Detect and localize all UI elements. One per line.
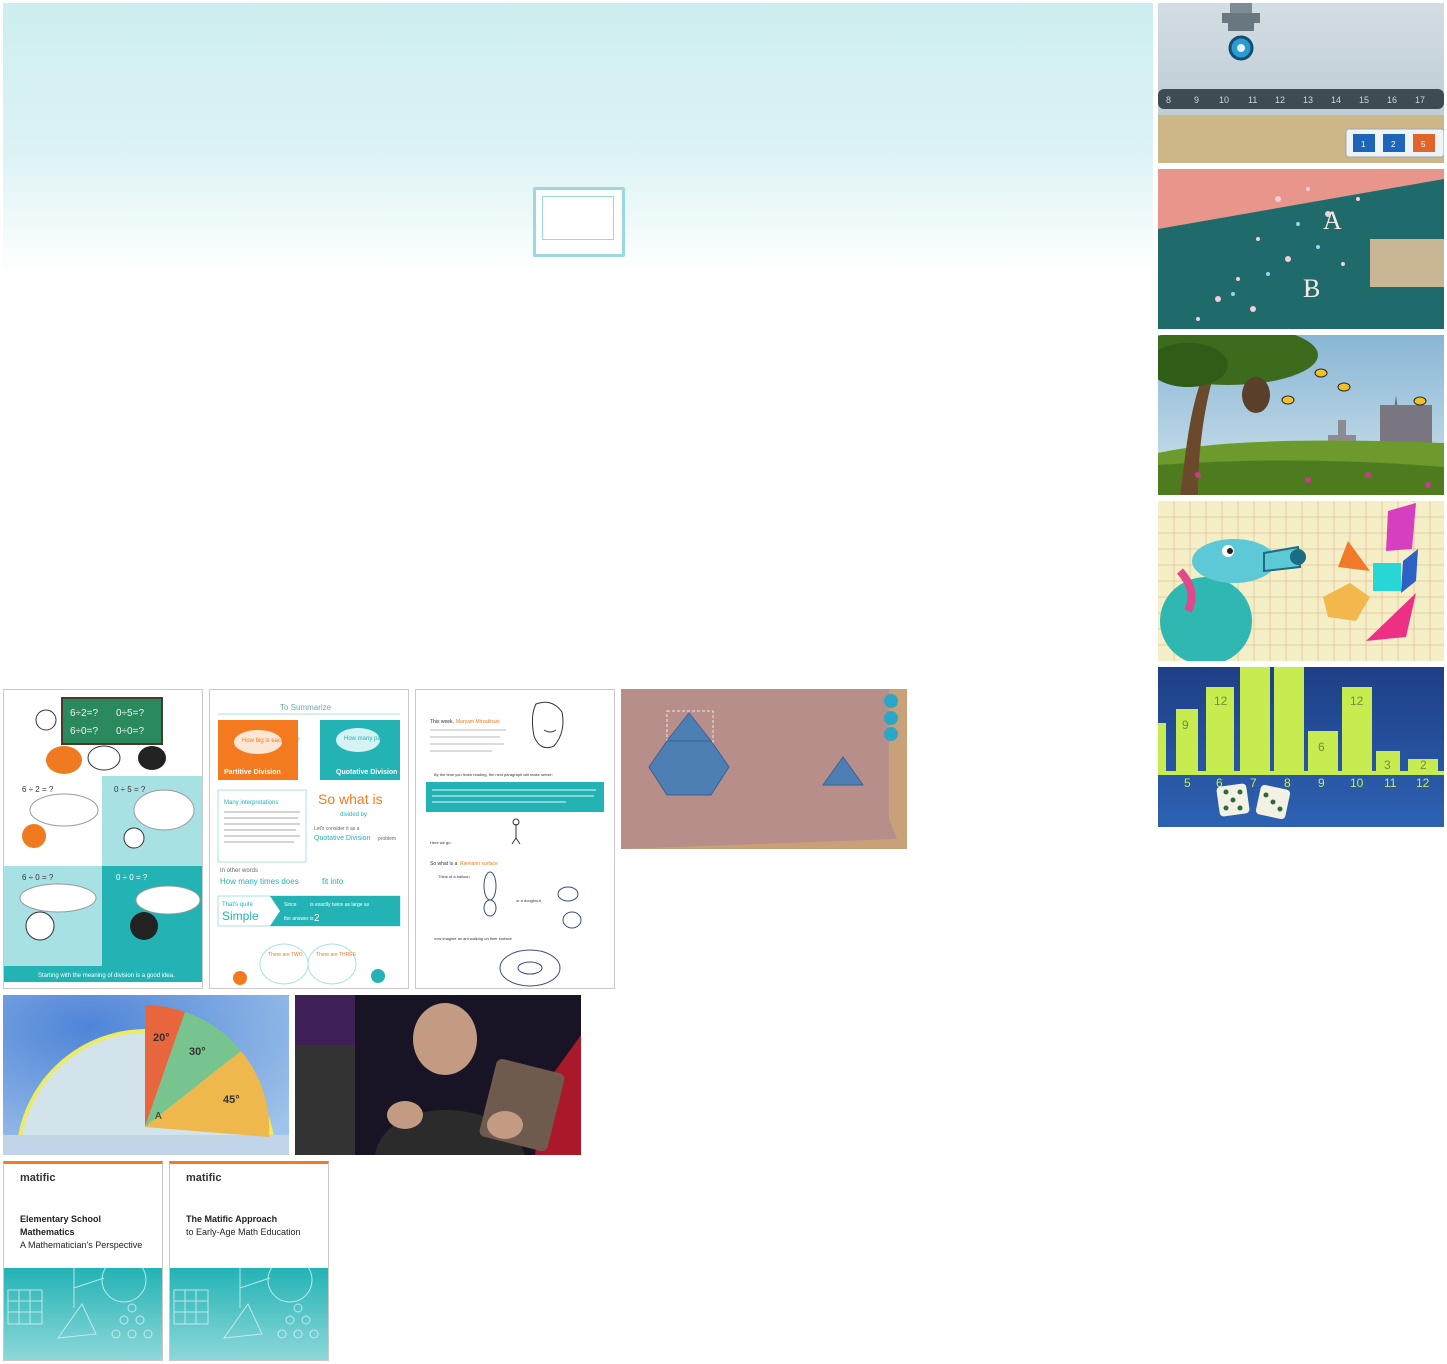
svg-text:8: 8 [1284, 776, 1291, 790]
svg-text:14: 14 [1331, 95, 1341, 105]
svg-text:0÷0=?: 0÷0=? [116, 726, 144, 737]
svg-text:fit into: fit into [322, 877, 344, 886]
svg-text:12: 12 [1416, 776, 1430, 790]
svg-text:16: 16 [1387, 95, 1397, 105]
svg-text:Think of a balloon: Think of a balloon [438, 874, 470, 879]
svg-text:Riemann surface: Riemann surface [460, 861, 498, 867]
brand-logo: matific [186, 1172, 222, 1184]
svg-text:12: 12 [1275, 95, 1285, 105]
svg-text:9: 9 [1318, 776, 1325, 790]
svg-text:There are THREE: There are THREE [316, 952, 357, 958]
svg-text:divided by: divided by [340, 812, 367, 818]
cover-subtitle: to Early-Age Math Education [186, 1227, 301, 1237]
svg-text:A: A [155, 1111, 162, 1122]
svg-text:How many times does: How many times does [220, 877, 299, 886]
svg-text:12: 12 [1350, 694, 1364, 708]
svg-text:6: 6 [1318, 740, 1325, 754]
svg-text:Here we go.: Here we go. [430, 840, 452, 845]
svg-text:This week,: This week, [430, 719, 454, 725]
thumb-number-line-game[interactable]: 8 9 10 11 12 13 14 15 16 17 1 2 5 [1158, 3, 1444, 163]
svg-text:To Summarize: To Summarize [280, 703, 332, 712]
svg-text:45°: 45° [223, 1094, 240, 1106]
thumb-tangram-creature[interactable] [1158, 501, 1444, 661]
jump-5-button[interactable]: 5 [1421, 140, 1426, 149]
cover-illustration [4, 1268, 162, 1360]
svg-text:There are TWO: There are TWO [268, 952, 303, 958]
thumb-cover-elementary-math[interactable]: matific Elementary School Mathematics A … [3, 1161, 163, 1361]
thumb-speaker-photo[interactable] [295, 995, 581, 1155]
svg-text:30°: 30° [189, 1046, 206, 1058]
svg-text:17: 17 [1415, 95, 1425, 105]
thumb-shapes-game[interactable] [621, 689, 907, 849]
svg-text:9: 9 [1194, 95, 1199, 105]
svg-text:0÷5=?: 0÷5=? [116, 708, 144, 719]
cover-subtitle: A Mathematician's Perspective [20, 1240, 143, 1250]
svg-text:Let's consider it as a: Let's consider it as a [314, 826, 360, 832]
svg-text:15: 15 [1359, 95, 1369, 105]
svg-text:6÷2=?: 6÷2=? [70, 708, 98, 719]
svg-text:or a doughnut,: or a doughnut, [516, 898, 542, 903]
svg-text:13: 13 [1303, 95, 1313, 105]
label-b: B [1303, 274, 1320, 303]
svg-text:Quotative Division: Quotative Division [336, 769, 397, 776]
cover-title-line-2: Mathematics [20, 1227, 75, 1237]
svg-text:Starting with the meaning of d: Starting with the meaning of division is… [38, 973, 175, 979]
svg-text:20°: 20° [153, 1032, 170, 1044]
svg-text:Partitive Division: Partitive Division [224, 769, 281, 776]
svg-text:So what is a: So what is a [430, 861, 457, 867]
svg-text:2: 2 [314, 913, 320, 924]
thumb-mirzakhani-article[interactable]: This week, Maryam Mirzakhani By the time… [415, 689, 615, 989]
svg-text:By the time you finish reading: By the time you finish reading, the next… [434, 772, 553, 777]
thumb-division-summary[interactable]: To Summarize How big is each part? How m… [209, 689, 409, 989]
svg-text:So what is: So what is [318, 791, 383, 807]
svg-text:8: 8 [1166, 95, 1171, 105]
thumb-division-comic[interactable]: 6÷2=? 0÷5=? 6÷0=? 0÷0=? 6 ÷ 2 = ? 0 ÷ 5 … [3, 689, 203, 989]
svg-text:is exactly twice as large as: is exactly twice as large as [310, 902, 370, 908]
svg-text:12: 12 [1214, 694, 1228, 708]
svg-text:now imagine an ant walking on: now imagine an ant walking on their surf… [434, 936, 513, 941]
slide-frame-icon[interactable] [533, 187, 625, 257]
svg-text:7: 7 [1250, 776, 1257, 790]
svg-text:6 ÷ 2 = ?: 6 ÷ 2 = ? [22, 785, 54, 794]
svg-text:5: 5 [1184, 776, 1191, 790]
cover-title-line-1: The Matific Approach [186, 1214, 278, 1224]
hero-banner [3, 3, 1153, 275]
svg-text:0 ÷ 0 = ?: 0 ÷ 0 = ? [116, 873, 148, 882]
svg-text:11: 11 [1248, 95, 1257, 105]
svg-text:How many parts?: How many parts? [344, 736, 391, 742]
svg-text:6 ÷ 0 = ?: 6 ÷ 0 = ? [22, 873, 54, 882]
svg-text:Maryam Mirzakhani: Maryam Mirzakhani [456, 719, 500, 725]
svg-text:2: 2 [1420, 758, 1427, 772]
svg-text:That's quite: That's quite [222, 902, 253, 908]
svg-text:3: 3 [1384, 758, 1391, 772]
cover-illustration [170, 1268, 328, 1360]
svg-text:9: 9 [1182, 718, 1189, 732]
svg-text:6÷0=?: 6÷0=? [70, 726, 98, 737]
jump-2-button[interactable]: 2 [1391, 140, 1396, 149]
thumb-angles-pie[interactable]: 20° 30° 45° A [3, 995, 289, 1155]
svg-text:Quotative Division: Quotative Division [314, 835, 371, 842]
svg-text:Since: Since [284, 902, 297, 908]
svg-text:11: 11 [1384, 776, 1397, 790]
thumb-dice-bar-chart[interactable]: 9 12 6 12 3 2 5 6 7 8 9 10 11 12 [1158, 667, 1444, 827]
slide-frame-inner [542, 196, 614, 240]
label-a: A [1323, 206, 1342, 235]
thumb-stars-ab[interactable]: A B [1158, 169, 1444, 329]
brand-logo: matific [20, 1172, 56, 1184]
thumb-cover-matific-approach[interactable]: matific The Matific Approach to Early-Ag… [169, 1161, 329, 1361]
svg-text:problem: problem [378, 836, 396, 842]
svg-text:Many interpretations: Many interpretations [224, 800, 278, 806]
cover-title-line-1: Elementary School [20, 1214, 102, 1224]
thumb-tree-bees[interactable] [1158, 335, 1444, 495]
svg-text:How big is each part?: How big is each part? [242, 738, 300, 744]
svg-text:0 ÷ 5 = ?: 0 ÷ 5 = ? [114, 785, 146, 794]
svg-text:Simple: Simple [222, 909, 259, 923]
svg-text:10: 10 [1350, 776, 1364, 790]
svg-text:In other words: In other words [220, 868, 258, 874]
jump-1-button[interactable]: 1 [1361, 140, 1366, 149]
svg-text:the answer is: the answer is [284, 916, 314, 922]
svg-text:10: 10 [1219, 95, 1229, 105]
